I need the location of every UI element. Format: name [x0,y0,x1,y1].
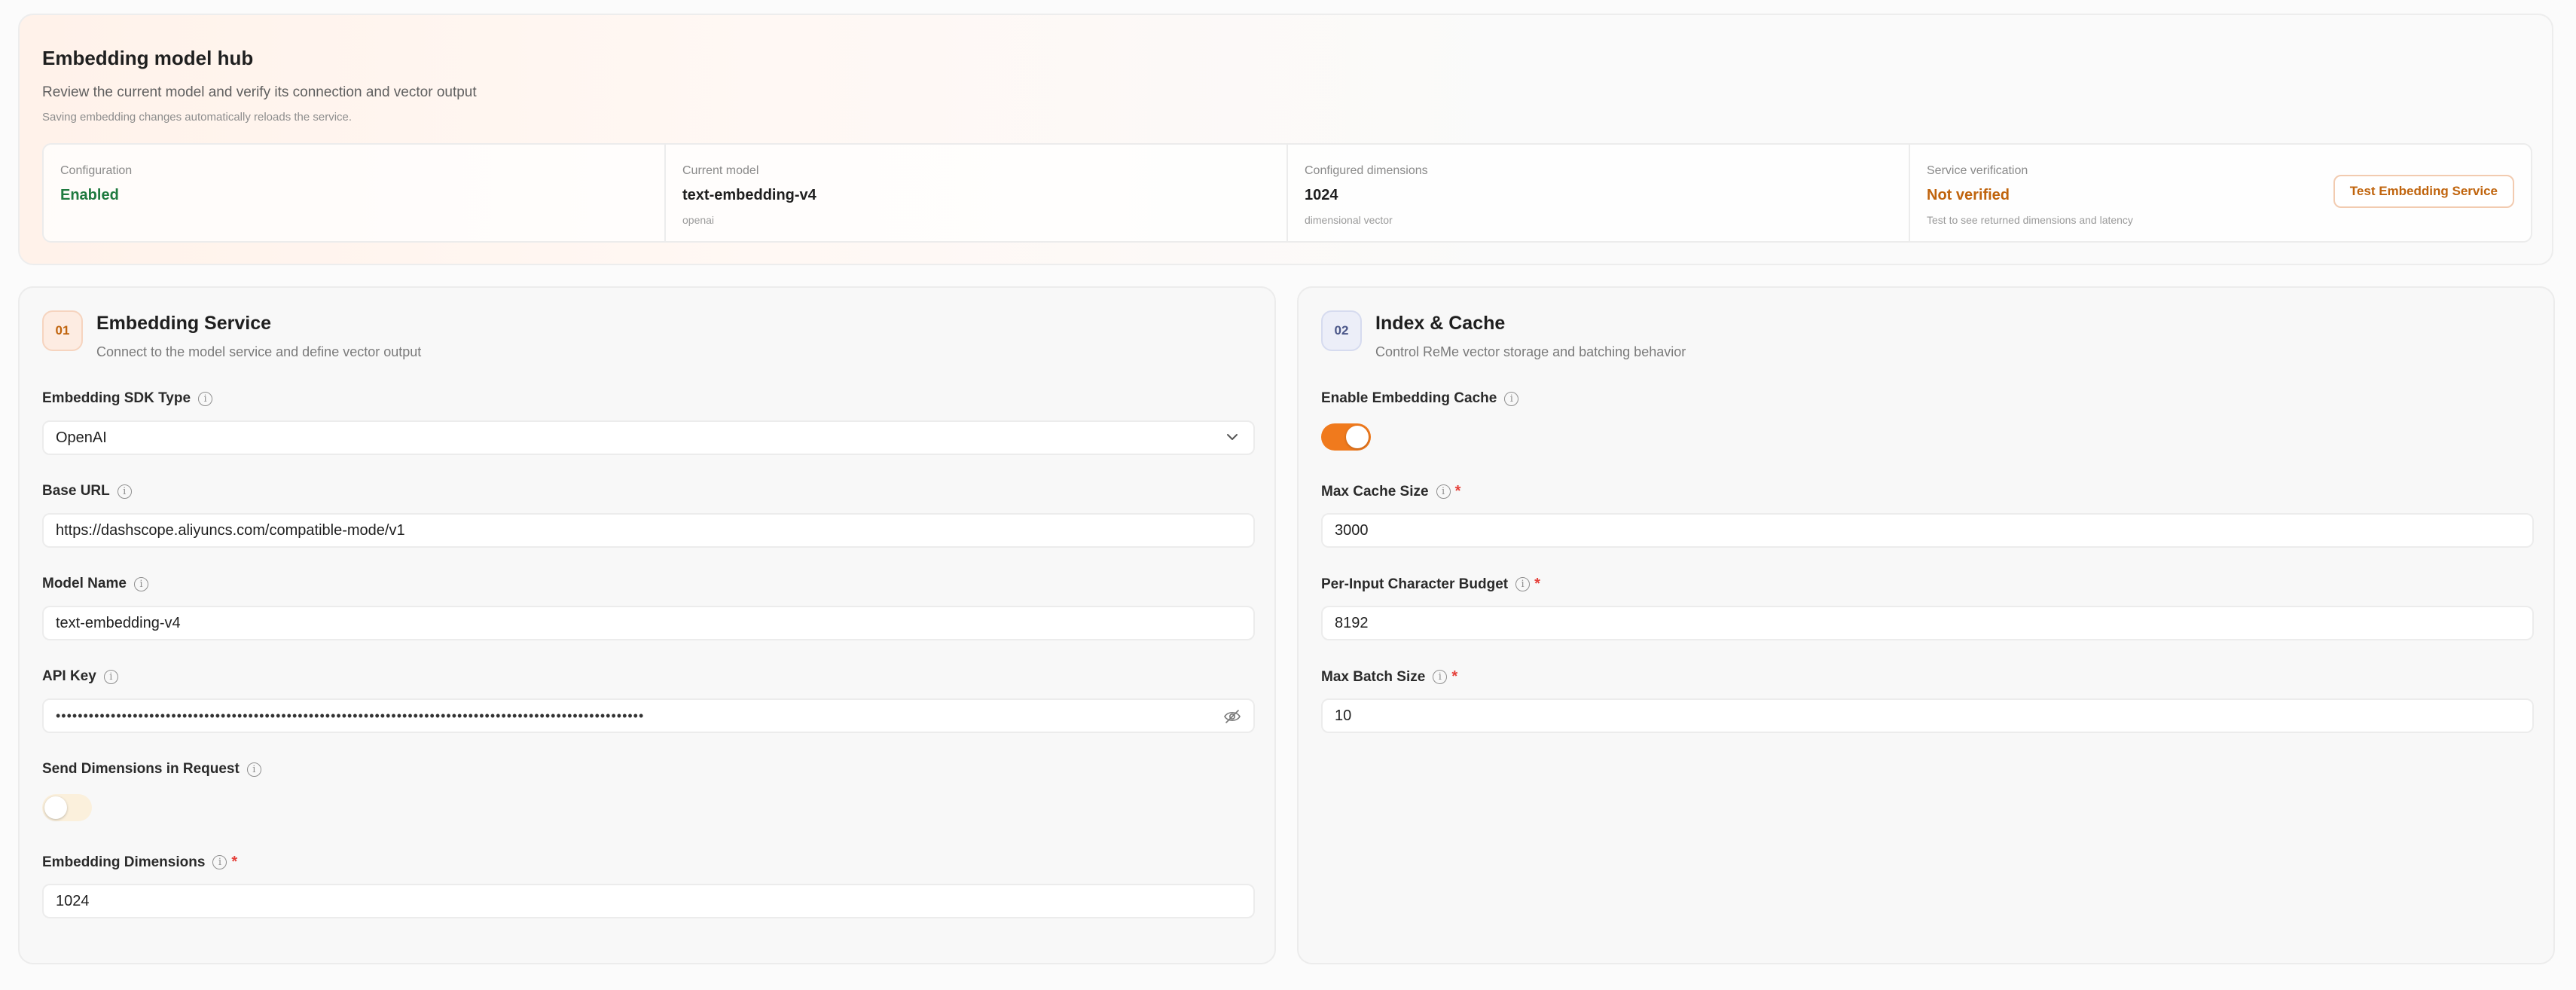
dimensions-value: 1024 [1305,187,1338,203]
label-text: API Key [42,668,96,684]
info-icon[interactable]: i [246,762,261,777]
embedding-dimensions-input[interactable]: 1024 [42,884,1255,918]
stat-label: Configured dimensions [1305,164,1428,177]
toggle-knob [1346,426,1369,448]
label-text: Model Name [42,576,127,591]
verification-hint: Test to see returned dimensions and late… [1927,214,2133,226]
char-budget-label: Per-Input Character Budget i * [1321,576,1540,593]
info-icon[interactable]: i [198,391,213,406]
stat-dimensions: Configured dimensions 1024 dimensional v… [1288,145,1910,241]
page-subtitle: Review the current model and verify its … [42,84,477,100]
section-subtitle: Connect to the model service and define … [96,344,422,359]
label-text: Enable Embedding Cache [1321,390,1497,406]
label-text: Send Dimensions in Request [42,761,240,777]
stat-label: Service verification [1927,164,2028,177]
info-icon[interactable]: i [1504,391,1519,406]
stat-current-model: Current model text-embedding-v4 openai [666,145,1288,241]
api-key-label: API Key i [42,668,118,685]
section-title: Index & Cache [1375,313,1506,334]
select-value: OpenAI [56,429,107,446]
chevron-down-icon [1227,434,1238,440]
eye-off-icon[interactable] [1223,708,1241,725]
info-icon[interactable]: i [133,576,148,591]
info-icon[interactable]: i [212,855,227,869]
label-text: Per-Input Character Budget [1321,576,1509,592]
stat-label: Current model [682,164,759,177]
masked-api-key: ••••••••••••••••••••••••••••••••••••••••… [56,707,645,723]
max-batch-size-input[interactable]: 10 [1321,698,2534,733]
section-subtitle: Control ReMe vector storage and batching… [1375,344,1686,359]
model-name-input[interactable]: text-embedding-v4 [42,606,1255,640]
base-url-label: Base URL i [42,483,132,500]
input-value: 3000 [1335,521,1369,539]
max-batch-size-label: Max Batch Size i * [1321,668,1457,686]
label-text: Max Batch Size [1321,668,1426,685]
input-value: 1024 [56,892,90,909]
input-value: 8192 [1335,614,1369,631]
info-icon[interactable]: i [1436,484,1451,499]
model-name-label: Model Name i [42,576,148,592]
current-model-value: text-embedding-v4 [682,187,816,203]
index-cache-card: 02 Index & Cache Control ReMe vector sto… [1297,286,2555,964]
reload-note: Saving embedding changes automatically r… [42,111,353,124]
embedding-dimensions-label: Embedding Dimensions i * [42,854,237,871]
base-url-input[interactable]: https://dashscope.aliyuncs.com/compatibl… [42,513,1255,548]
required-marker: * [1451,668,1458,685]
section-title: Embedding Service [96,313,272,334]
stat-label: Configuration [60,164,133,177]
label-text: Embedding SDK Type [42,390,191,406]
label-text: Max Cache Size [1321,483,1429,500]
test-embedding-service-button[interactable]: Test Embedding Service [2333,175,2514,208]
input-value: https://dashscope.aliyuncs.com/compatibl… [56,521,405,539]
status-summary: Configuration Enabled Current model text… [42,143,2532,243]
send-dimensions-toggle[interactable] [42,794,92,821]
required-marker: * [1454,483,1461,500]
max-cache-size-input[interactable]: 3000 [1321,513,2534,548]
info-icon[interactable]: i [117,484,132,499]
toggle-knob [44,796,67,819]
sdk-type-select[interactable]: OpenAI [42,420,1255,455]
current-model-provider: openai [682,214,715,226]
embedding-service-card: 01 Embedding Service Connect to the mode… [18,286,1276,964]
required-marker: * [231,854,238,870]
info-icon[interactable]: i [1515,577,1531,591]
embedding-hub-panel: Embedding model hub Review the current m… [18,14,2553,265]
dimensions-hint: dimensional vector [1305,214,1393,226]
enable-cache-label: Enable Embedding Cache i [1321,390,1519,407]
label-text: Embedding Dimensions [42,854,206,870]
section-number-badge: 01 [42,310,83,351]
label-text: Base URL [42,483,110,499]
api-key-input[interactable]: ••••••••••••••••••••••••••••••••••••••••… [42,698,1255,733]
info-icon[interactable]: i [103,669,118,684]
verification-status: Not verified [1927,187,2010,203]
char-budget-input[interactable]: 8192 [1321,606,2534,640]
enable-cache-toggle[interactable] [1321,423,1371,451]
stat-verification: Service verification Not verified Test t… [1910,145,2531,241]
status-badge-enabled: Enabled [60,187,119,203]
required-marker: * [1534,576,1540,592]
sdk-type-label: Embedding SDK Type i [42,390,213,407]
section-number-badge: 02 [1321,310,1362,351]
page-title: Embedding model hub [42,47,254,69]
max-cache-size-label: Max Cache Size i * [1321,483,1460,500]
stat-configuration: Configuration Enabled [44,145,666,241]
send-dimensions-label: Send Dimensions in Request i [42,761,261,778]
input-value: text-embedding-v4 [56,614,181,631]
input-value: 10 [1335,707,1352,724]
info-icon[interactable]: i [1433,670,1448,684]
